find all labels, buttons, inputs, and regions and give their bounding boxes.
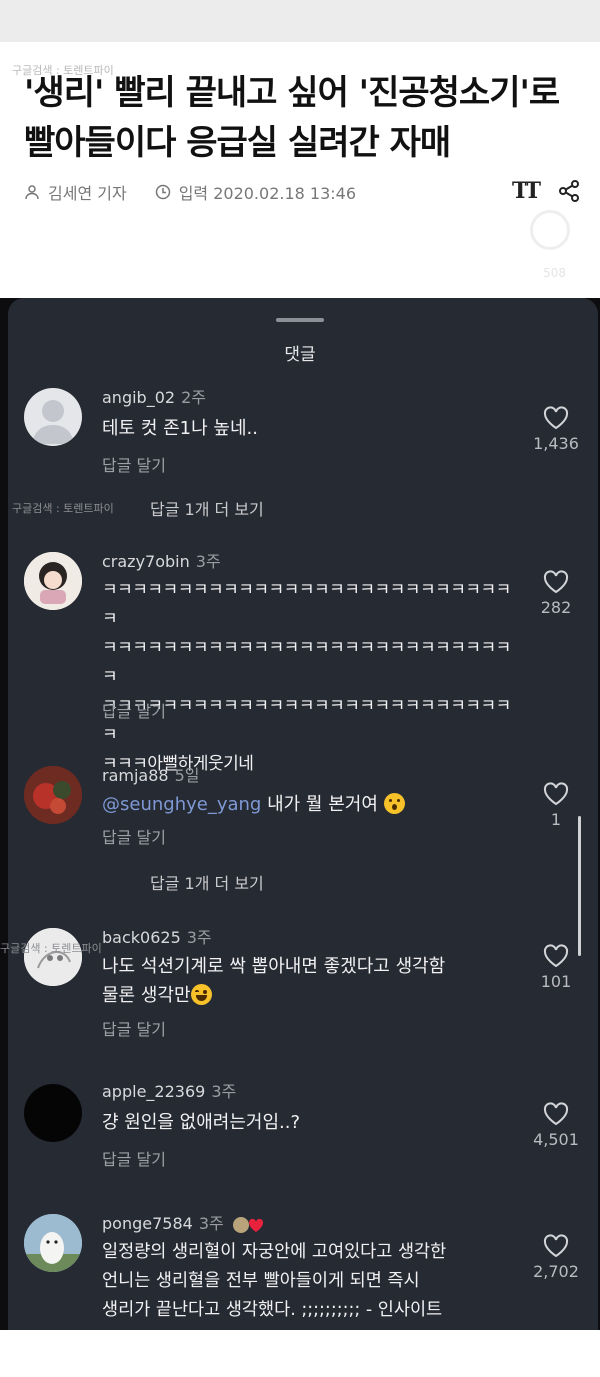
avatar[interactable] bbox=[24, 388, 82, 446]
reply-button[interactable]: 답글 달기 bbox=[102, 1146, 166, 1170]
comment-age: 2주 bbox=[181, 388, 206, 407]
username[interactable]: ramja88 bbox=[102, 766, 169, 785]
like-button[interactable]: 4,501 bbox=[526, 1102, 586, 1149]
reply-button[interactable]: 답글 달기 bbox=[102, 698, 166, 722]
comment-text: 일정량의 생리혈이 자궁안에 고여있다고 생각한 언니는 생리혈을 전부 빨아들… bbox=[102, 1242, 447, 1320]
avatar[interactable] bbox=[24, 1084, 82, 1142]
comment-age: 3주 bbox=[186, 928, 212, 947]
like-button[interactable]: 2,702 bbox=[526, 1234, 586, 1281]
comment-header: apple_22369 3주 bbox=[102, 1078, 236, 1102]
comment-age: 5일 bbox=[174, 766, 200, 785]
heart-icon bbox=[543, 782, 569, 806]
comment-header: ponge7584 3주 bbox=[102, 1210, 266, 1235]
sheet-title: 댓글 bbox=[284, 345, 316, 365]
comment-text: @seunghye_yang 내가 뭘 본거여 bbox=[102, 790, 512, 819]
username[interactable]: ponge7584 bbox=[102, 1214, 193, 1233]
watermark: 구글검색 : 토렌트파이 bbox=[0, 942, 102, 955]
article-header: 구글검색 : 토렌트파이 '생리' 빨리 끝내고 싶어 '진공청소기'로 빨아들… bbox=[0, 42, 600, 298]
like-count: 282 bbox=[540, 598, 572, 617]
mention-link[interactable]: @seunghye_yang bbox=[102, 794, 261, 815]
clock-icon bbox=[155, 184, 170, 200]
comment-header: crazy7obin 3주 bbox=[102, 548, 221, 572]
avatar[interactable] bbox=[24, 1214, 82, 1272]
surprised-emoji-icon bbox=[383, 793, 405, 814]
person-icon bbox=[25, 185, 39, 200]
username[interactable]: apple_22369 bbox=[102, 1082, 205, 1101]
reply-button[interactable]: 답글 달기 bbox=[102, 824, 166, 848]
comment-text-rest: 나도 석션기계로 싹 뽑아내면 좋겠다고 생각함 물론 생각만 bbox=[102, 956, 446, 1006]
watermark: 구글검색 : 토렌트파이 bbox=[12, 502, 114, 515]
view-more-replies[interactable]: 답글 1개 더 보기 bbox=[150, 870, 264, 894]
reply-button[interactable]: 답글 달기 bbox=[102, 452, 166, 476]
faded-comment-icon bbox=[530, 210, 570, 250]
share-icon[interactable] bbox=[558, 180, 580, 202]
like-button[interactable]: 101 bbox=[526, 944, 586, 991]
like-button[interactable]: 282 bbox=[526, 570, 586, 617]
comment-header: ramja88 5일 bbox=[102, 762, 199, 786]
heart-icon bbox=[543, 1102, 569, 1126]
comment-age: 3주 bbox=[211, 1082, 237, 1101]
scrollbar[interactable] bbox=[578, 816, 581, 956]
top-strip bbox=[0, 0, 600, 42]
article-tools: TT bbox=[512, 178, 580, 204]
comment-text: ㅋㅋㅋㅋㅋㅋㅋㅋㅋㅋㅋㅋㅋㅋㅋㅋㅋㅋㅋㅋㅋㅋㅋㅋㅋㅋㅋㅋ ㅋㅋㅋㅋㅋㅋㅋㅋㅋㅋㅋ… bbox=[102, 580, 511, 774]
heart-icon bbox=[543, 944, 569, 968]
like-count: 1,436 bbox=[533, 434, 579, 453]
view-more-replies[interactable]: 답글 1개 더 보기 bbox=[150, 496, 264, 520]
username[interactable]: back0625 bbox=[102, 928, 181, 947]
comment-header: angib_02 2주 bbox=[102, 384, 206, 408]
heart-badge-icon bbox=[232, 1216, 263, 1233]
username[interactable]: angib_02 bbox=[102, 388, 175, 407]
avatar[interactable] bbox=[24, 766, 82, 824]
comment-header: back0625 3주 bbox=[102, 924, 212, 948]
like-count: 2,702 bbox=[533, 1262, 579, 1281]
reply-button[interactable]: 답글 달기 bbox=[102, 1016, 166, 1040]
comment-text: 테토 컷 존1나 높네.. bbox=[102, 418, 258, 439]
article-date: 입력 2020.02.18 13:46 bbox=[178, 184, 357, 203]
comment-text: 걍 원인을 없애려는거임..? bbox=[102, 1112, 301, 1133]
heart-icon bbox=[543, 570, 569, 594]
like-count: 4,501 bbox=[533, 1130, 579, 1149]
like-count: 101 bbox=[540, 972, 572, 991]
bottom-margin bbox=[0, 1330, 600, 1377]
laughing-emoji-icon bbox=[190, 984, 212, 1005]
comment-age: 3주 bbox=[195, 552, 221, 571]
article-meta: 김세연 기자 입력 2020.02.18 13:46 bbox=[24, 180, 356, 204]
article-headline: '생리' 빨리 끝내고 싶어 '진공청소기'로 빨아들이다 응급실 실려간 자매 bbox=[24, 73, 560, 163]
like-count: 1 bbox=[550, 810, 562, 829]
heart-icon bbox=[543, 1234, 569, 1258]
avatar[interactable] bbox=[24, 928, 82, 986]
avatar[interactable] bbox=[24, 552, 82, 610]
faded-count: 508 bbox=[543, 266, 566, 280]
username[interactable]: crazy7obin bbox=[102, 552, 190, 571]
comment-text-rest: 내가 뭘 본거여 bbox=[261, 794, 378, 815]
comments-sheet: 댓글 angib_02 2주 테토 컷 존1나 높네.. 답글 달기 1,436 … bbox=[0, 298, 600, 1330]
article-author: 김세연 기자 bbox=[48, 184, 127, 203]
drag-handle[interactable] bbox=[276, 318, 324, 322]
like-button[interactable]: 1,436 bbox=[526, 406, 586, 453]
comment-text: 나도 석션기계로 싹 뽑아내면 좋겠다고 생각함 물론 생각만 bbox=[102, 952, 522, 1010]
heart-icon bbox=[543, 406, 569, 430]
text-size-icon[interactable]: TT bbox=[512, 178, 541, 204]
like-button[interactable]: 1 bbox=[526, 782, 586, 829]
comment-age: 3주 bbox=[198, 1214, 224, 1233]
